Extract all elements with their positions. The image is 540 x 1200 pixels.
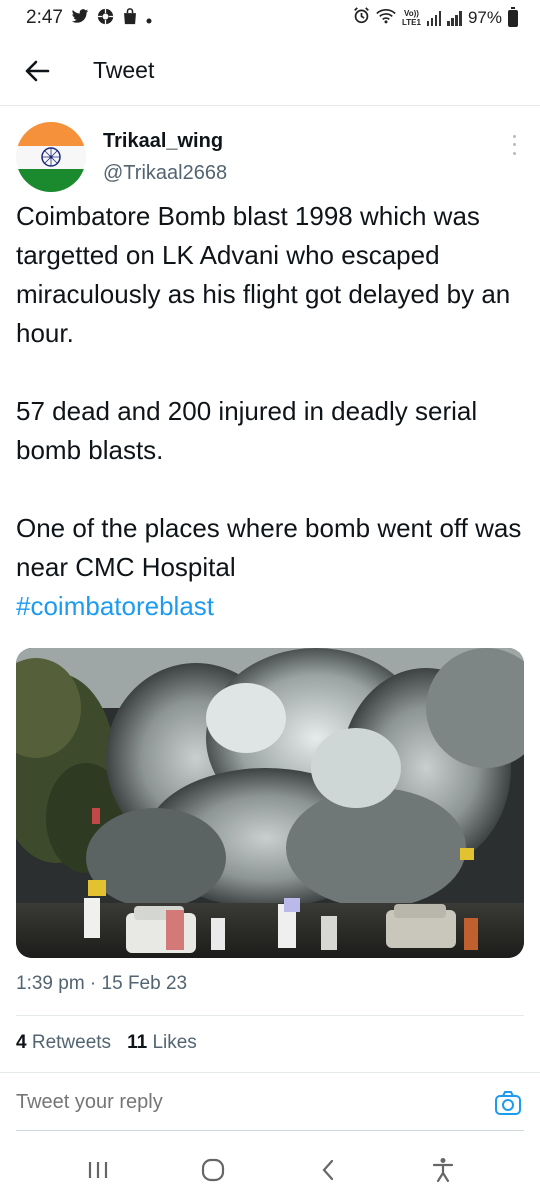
top-app-bar: Tweet xyxy=(0,36,540,106)
signal-2-icon xyxy=(447,10,462,26)
camera-icon xyxy=(495,1091,521,1115)
status-time: 2:47 xyxy=(26,7,63,28)
battery-icon xyxy=(508,6,518,27)
accessibility-icon xyxy=(432,1158,453,1183)
author-name[interactable]: Trikaal_wing xyxy=(103,130,223,153)
status-bar: 2:47 Vo)) LTE1 97% xyxy=(0,0,540,36)
reply-composer xyxy=(0,1072,540,1132)
retweets-count: 4 xyxy=(16,1032,27,1053)
shopping-bag-icon xyxy=(122,8,138,28)
tweet-stats: 4 Retweets 11 Likes xyxy=(16,1032,197,1054)
tweet-paragraph-1: Coimbatore Bomb blast 1998 which was tar… xyxy=(16,201,511,348)
recents-icon xyxy=(88,1162,107,1178)
lte-bottom-label: LTE1 xyxy=(402,18,421,27)
recents-button[interactable] xyxy=(74,1150,122,1190)
likes-stat[interactable]: 11 Likes xyxy=(127,1032,197,1054)
tweet-timestamp: 1:39 pm · 15 Feb 23 xyxy=(16,973,188,994)
avatar[interactable] xyxy=(16,122,86,192)
app-notification-icon xyxy=(97,8,114,28)
divider xyxy=(16,1015,524,1016)
system-nav-bar xyxy=(0,1140,540,1200)
wifi-icon xyxy=(376,8,396,29)
status-left: 2:47 xyxy=(26,7,152,29)
tweet-text: Coimbatore Bomb blast 1998 which was tar… xyxy=(16,197,526,626)
reply-input[interactable] xyxy=(16,1091,456,1114)
arrow-left-icon xyxy=(25,60,50,81)
tweet-paragraph-3: One of the places where bomb went off wa… xyxy=(16,513,522,582)
lte-indicator: Vo)) LTE1 xyxy=(402,9,421,27)
likes-count: 11 xyxy=(127,1032,148,1053)
tweet-paragraph-2: 57 dead and 200 injured in deadly serial… xyxy=(16,396,478,465)
retweets-label: Retweets xyxy=(31,1032,112,1053)
reply-underline xyxy=(16,1130,524,1131)
accessibility-button[interactable] xyxy=(419,1150,467,1190)
likes-label: Likes xyxy=(152,1032,197,1053)
lte-top-label: Vo)) xyxy=(404,9,419,18)
battery-level: 97% xyxy=(467,8,502,27)
page-title: Tweet xyxy=(93,57,155,83)
more-options-button[interactable] xyxy=(506,132,522,158)
tweet-media-image[interactable] xyxy=(16,648,524,958)
twitter-notification-icon xyxy=(71,9,89,27)
back-button[interactable] xyxy=(18,52,56,90)
chevron-left-icon xyxy=(322,1159,333,1181)
dot-icon xyxy=(146,10,152,27)
more-vertical-icon xyxy=(512,134,516,138)
camera-button[interactable] xyxy=(494,1089,522,1117)
home-icon xyxy=(201,1158,224,1182)
alarm-icon xyxy=(353,7,370,29)
nav-back-button[interactable] xyxy=(304,1150,352,1190)
tweet-header: Trikaal_wing @Trikaal2668 xyxy=(16,122,524,196)
signal-icon xyxy=(426,10,442,26)
status-right: Vo)) LTE1 97% xyxy=(353,6,518,29)
author-handle[interactable]: @Trikaal2668 xyxy=(103,162,227,185)
retweets-stat[interactable]: 4 Retweets xyxy=(16,1032,111,1054)
home-button[interactable] xyxy=(189,1150,237,1190)
hashtag-link[interactable]: #coimbatoreblast xyxy=(16,591,214,621)
